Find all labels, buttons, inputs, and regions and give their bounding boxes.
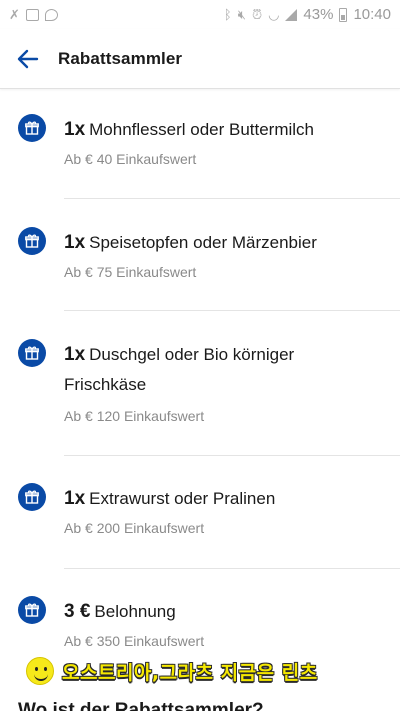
reward-item[interactable]: 1x Extrawurst oder Pralinen Ab € 200 Eink… (0, 456, 400, 569)
back-button[interactable] (16, 47, 40, 71)
reward-quantity: 3 € (64, 601, 91, 622)
reward-quantity: 1x (64, 488, 86, 509)
status-bar: ✗ ᛒ 🔇︎ ⏰︎ ◡ 43% 10:40 (0, 0, 400, 29)
status-left: ✗ (9, 8, 58, 21)
reward-threshold: Ab € 40 Einkaufswert (64, 151, 197, 167)
reward-threshold: Ab € 120 Einkaufswert (64, 408, 205, 424)
reward-quantity: 1x (64, 119, 86, 140)
reward-threshold: Ab € 350 Einkaufswert (64, 633, 205, 649)
arrow-left-icon (17, 49, 39, 68)
reward-title: 1x Duschgel oder Bio körniger Frischkäse (64, 340, 314, 400)
battery-icon (339, 7, 348, 22)
reward-quantity: 1x (64, 232, 86, 253)
message-icon (44, 8, 58, 21)
status-right: ᛒ 🔇︎ ⏰︎ ◡ 43% 10:40 (224, 6, 391, 23)
missed-call-icon: ✗ (9, 7, 20, 22)
reward-title: 1x Extrawurst oder Pralinen (64, 484, 384, 514)
reward-threshold: Ab € 200 Einkaufswert (64, 520, 205, 536)
reward-list: 1x Mohnflesserl oder Buttermilch Ab € 40 … (0, 89, 400, 679)
smiley-icon (26, 657, 54, 685)
reward-name: Belohnung (94, 602, 176, 621)
reward-item[interactable]: 1x Speisetopfen oder Märzenbier Ab € 75 E… (0, 199, 400, 311)
reward-name: Mohnflesserl oder Buttermilch (89, 120, 315, 139)
app-bar: Rabattsammler (0, 29, 400, 89)
bluetooth-icon: ᛒ (223, 7, 232, 22)
mute-icon: 🔇︎ (237, 7, 246, 22)
reward-name: Speisetopfen oder Märzenbier (89, 233, 317, 252)
wifi-icon: ◡ (268, 7, 280, 22)
reward-name: Duschgel oder Bio körniger Frischkäse (64, 345, 295, 394)
clock: 10:40 (353, 6, 391, 23)
reward-item[interactable]: 1x Mohnflesserl oder Buttermilch Ab € 40 … (0, 89, 400, 199)
alarm-icon: ⏰︎ (251, 7, 263, 22)
reward-title: 1x Speisetopfen oder Märzenbier (64, 228, 384, 258)
gallery-icon (25, 8, 39, 21)
battery-percent: 43% (303, 6, 334, 23)
reward-title: 3 € Belohnung (64, 597, 384, 627)
gift-icon (18, 596, 46, 624)
reward-title: 1x Mohnflesserl oder Buttermilch (64, 115, 384, 145)
overlay-banner: 오스트리아,그라츠 지금은 린츠 (26, 657, 318, 685)
gift-icon (18, 483, 46, 511)
gift-icon (18, 227, 46, 255)
reward-quantity: 1x (64, 344, 86, 365)
gift-icon (18, 339, 46, 367)
gift-icon (18, 114, 46, 142)
section-heading: Wo ist der Rabattsammler? (18, 700, 264, 711)
page-title: Rabattsammler (58, 48, 183, 68)
reward-name: Extrawurst oder Pralinen (89, 489, 276, 508)
reward-item[interactable]: 1x Duschgel oder Bio körniger Frischkäse … (0, 311, 400, 456)
overlay-caption: 오스트리아,그라츠 지금은 린츠 (62, 661, 318, 684)
reward-threshold: Ab € 75 Einkaufswert (64, 264, 197, 280)
signal-icon (285, 8, 298, 21)
